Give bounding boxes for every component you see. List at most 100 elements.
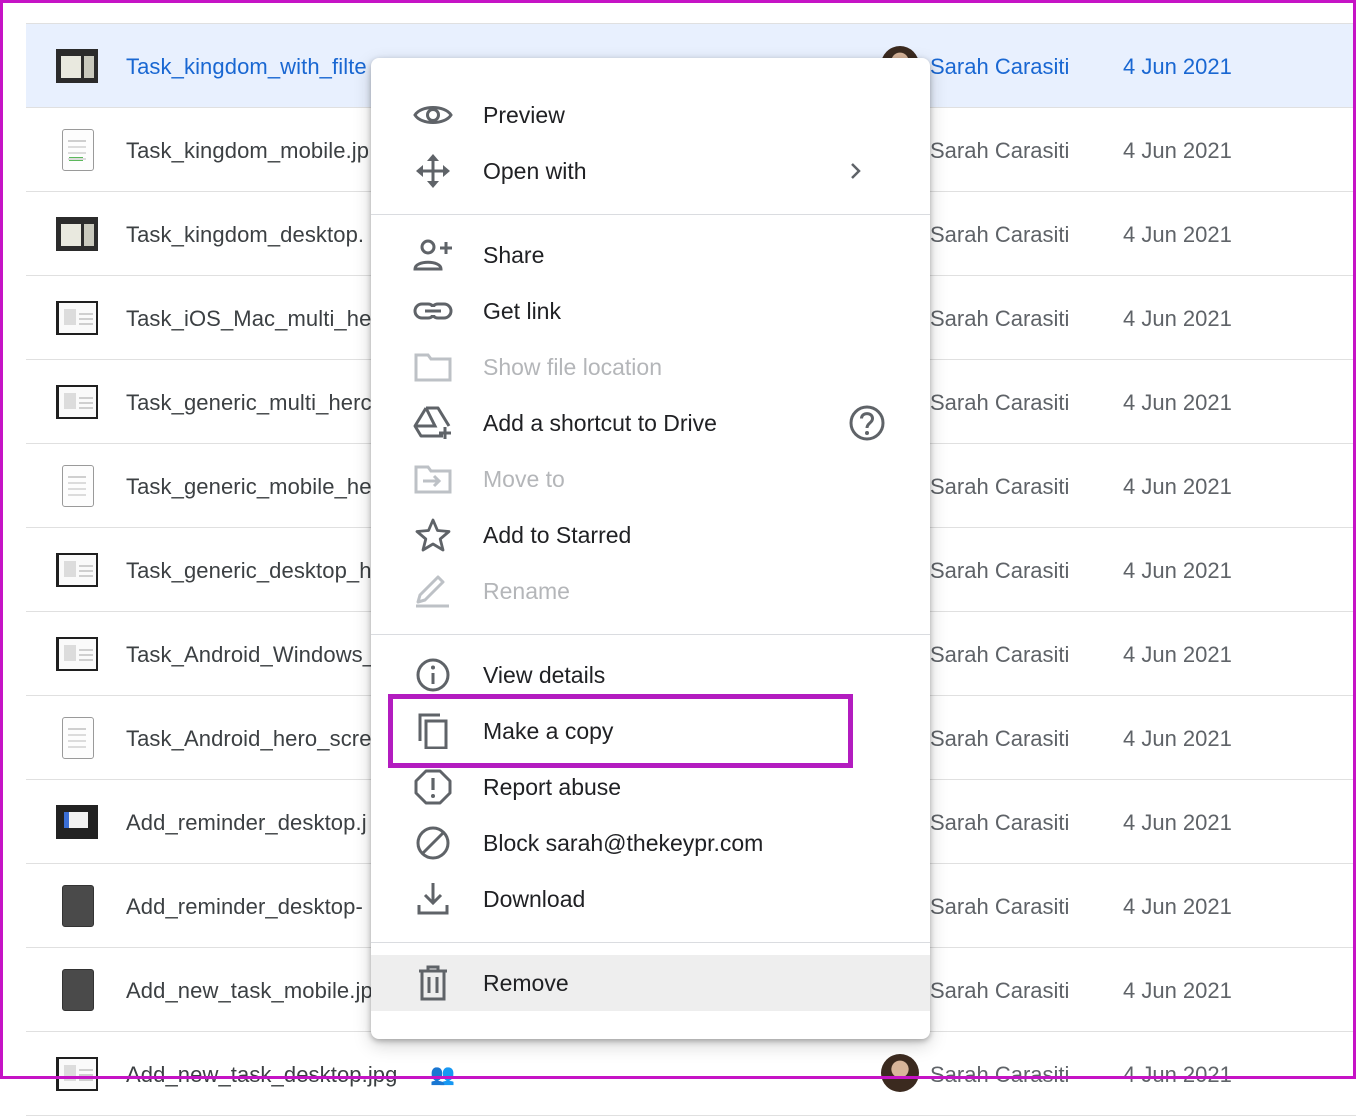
file-owner: Sarah Carasiti — [930, 474, 1070, 499]
file-owner: Sarah Carasiti — [930, 1062, 1070, 1087]
file-modified-date: 4 Jun 2021 — [1123, 222, 1232, 247]
menu-divider — [371, 942, 930, 943]
file-thumbnail — [62, 129, 94, 171]
file-thumbnail — [56, 49, 98, 83]
menu-item-label: Open with — [483, 158, 587, 184]
copy-icon — [411, 713, 455, 750]
block-icon — [411, 825, 455, 861]
download-icon — [411, 881, 455, 917]
avatar — [881, 1054, 919, 1092]
file-owner: Sarah Carasiti — [930, 222, 1070, 247]
file-name[interactable]: Task_iOS_Mac_multi_he — [126, 306, 371, 332]
file-thumbnail — [56, 1057, 98, 1091]
star-icon — [411, 517, 455, 553]
file-modified-date: 4 Jun 2021 — [1123, 306, 1232, 331]
file-owner: Sarah Carasiti — [930, 54, 1070, 79]
menu-item-block[interactable]: Block sarah@thekeypr.com — [371, 815, 930, 871]
menu-item-label: Rename — [483, 578, 570, 604]
link-icon — [411, 293, 455, 329]
menu-item-label: Get link — [483, 298, 561, 324]
drive-shortcut-icon — [411, 405, 455, 441]
file-name[interactable]: Task_Android_hero_scre — [126, 726, 372, 752]
menu-item-show-file-location: Show file location — [371, 339, 930, 395]
file-modified-date: 4 Jun 2021 — [1123, 54, 1232, 79]
help-icon[interactable] — [847, 403, 887, 443]
file-owner: Sarah Carasiti — [930, 390, 1070, 415]
move-to-folder-icon — [411, 461, 455, 497]
file-thumbnail — [56, 553, 98, 587]
menu-item-add-shortcut[interactable]: Add a shortcut to Drive — [371, 395, 930, 451]
menu-item-label: Show file location — [483, 354, 662, 380]
file-thumbnail — [56, 385, 98, 419]
file-modified-date: 4 Jun 2021 — [1123, 1062, 1232, 1087]
menu-item-label: Remove — [483, 970, 569, 996]
menu-item-add-starred[interactable]: Add to Starred — [371, 507, 930, 563]
menu-item-preview[interactable]: Preview — [371, 87, 930, 143]
eye-icon — [411, 97, 455, 133]
file-name[interactable]: Add_new_task_desktop.jpg — [126, 1062, 397, 1088]
file-thumbnail — [56, 805, 98, 839]
file-name[interactable]: Task_kingdom_with_filte — [126, 54, 367, 80]
file-name[interactable]: Task_kingdom_mobile.jp — [126, 138, 369, 164]
file-modified-date: 4 Jun 2021 — [1123, 138, 1232, 163]
file-modified-date: 4 Jun 2021 — [1123, 558, 1232, 583]
file-thumbnail — [62, 885, 94, 927]
file-thumbnail — [62, 717, 94, 759]
menu-item-share[interactable]: Share — [371, 227, 930, 283]
menu-item-download[interactable]: Download — [371, 871, 930, 927]
file-name[interactable]: Add_reminder_desktop- — [126, 894, 363, 920]
trash-icon — [411, 965, 455, 1001]
file-modified-date: 4 Jun 2021 — [1123, 474, 1232, 499]
menu-item-label: Add to Starred — [483, 522, 632, 548]
info-icon — [411, 657, 455, 693]
menu-item-make-copy[interactable]: Make a copy — [371, 703, 930, 759]
file-thumbnail — [62, 969, 94, 1011]
menu-item-rename: Rename — [371, 563, 930, 619]
menu-item-label: Move to — [483, 466, 565, 492]
menu-item-label: Preview — [483, 102, 565, 128]
file-name[interactable]: Task_generic_desktop_h — [126, 558, 372, 584]
menu-item-label: Make a copy — [483, 718, 614, 744]
file-owner: Sarah Carasiti — [930, 138, 1070, 163]
menu-item-view-details[interactable]: View details — [371, 647, 930, 703]
menu-item-report-abuse[interactable]: Report abuse — [371, 759, 930, 815]
file-name[interactable]: Add_reminder_desktop.j — [126, 810, 367, 836]
file-name[interactable]: Add_new_task_mobile.jp — [126, 978, 373, 1004]
file-modified-date: 4 Jun 2021 — [1123, 810, 1232, 835]
file-owner: Sarah Carasiti — [930, 306, 1070, 331]
menu-divider — [371, 634, 930, 635]
file-thumbnail — [56, 217, 98, 251]
chevron-right-icon — [845, 157, 867, 185]
menu-item-label: Block sarah@thekeypr.com — [483, 830, 764, 856]
file-modified-date: 4 Jun 2021 — [1123, 894, 1232, 919]
folder-icon — [411, 349, 455, 385]
file-row[interactable]: Add_new_task_desktop.jpg 👥 Sarah Carasiti 4… — [26, 1032, 1356, 1116]
file-owner: Sarah Carasiti — [930, 558, 1070, 583]
file-name[interactable]: Task_generic_mobile_he — [126, 474, 372, 500]
menu-item-remove[interactable]: Remove — [371, 955, 930, 1011]
menu-item-label: Download — [483, 886, 586, 912]
menu-item-open-with[interactable]: Open with — [371, 143, 930, 199]
file-owner: Sarah Carasiti — [930, 978, 1070, 1003]
report-icon — [411, 769, 455, 805]
file-name[interactable]: Task_Android_Windows_ — [126, 642, 375, 668]
context-menu: Preview Open with Share Get link Show fi… — [371, 58, 930, 1039]
menu-divider — [371, 214, 930, 215]
file-thumbnail — [62, 465, 94, 507]
add-person-icon — [411, 237, 455, 273]
menu-item-get-link[interactable]: Get link — [371, 283, 930, 339]
menu-item-label: Share — [483, 242, 545, 268]
file-owner: Sarah Carasiti — [930, 810, 1070, 835]
file-name[interactable]: Task_kingdom_desktop. — [126, 222, 364, 248]
file-name[interactable]: Task_generic_multi_herc — [126, 390, 372, 416]
menu-item-label: Report abuse — [483, 774, 622, 800]
file-thumbnail — [56, 637, 98, 671]
file-modified-date: 4 Jun 2021 — [1123, 978, 1232, 1003]
file-modified-date: 4 Jun 2021 — [1123, 726, 1232, 751]
move-arrows-icon — [411, 153, 455, 189]
file-owner: Sarah Carasiti — [930, 726, 1070, 751]
file-thumbnail — [56, 301, 98, 335]
pencil-icon — [411, 573, 455, 609]
menu-item-label: View details — [483, 662, 606, 688]
shared-people-icon: 👥 — [430, 1064, 455, 1086]
